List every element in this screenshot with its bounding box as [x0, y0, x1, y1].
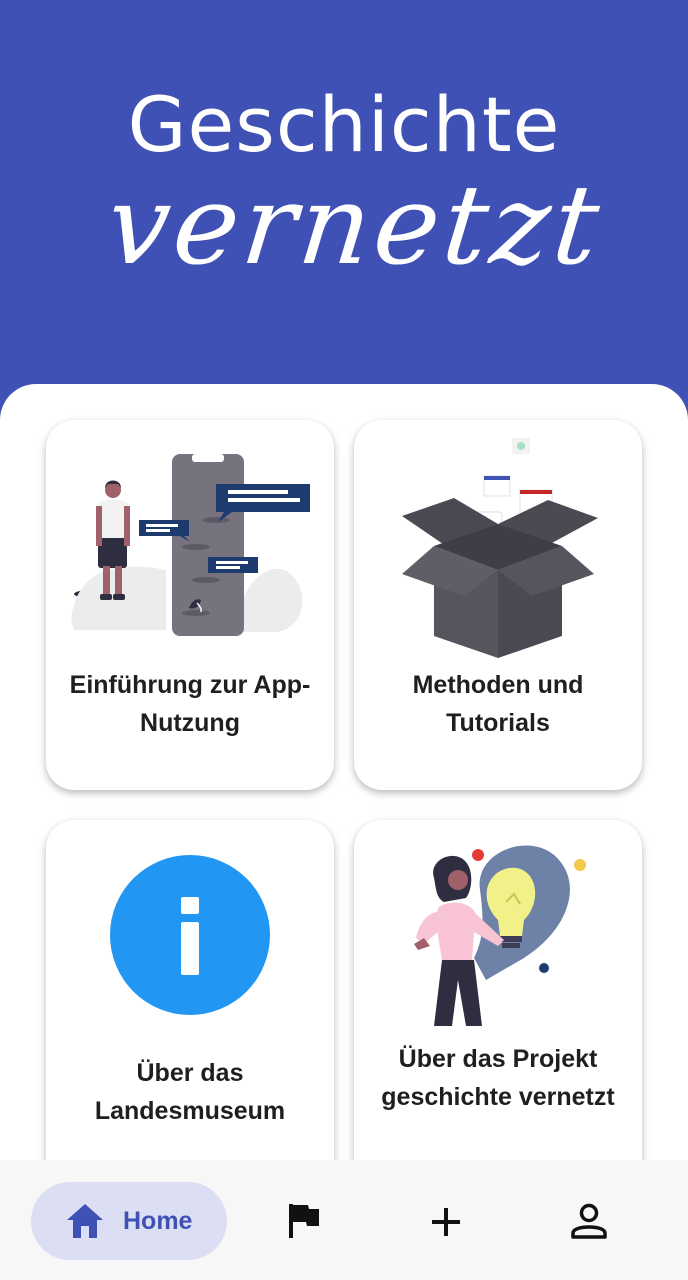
plus-icon[interactable] [430, 1206, 462, 1238]
card-label-methods-tutorials: Methoden und Tutorials [412, 671, 584, 737]
content-sheet: Einführung zur App- Nutzung Methoden und… [0, 384, 688, 1280]
woman-lightbulb-illustration [414, 845, 586, 1026]
card-app-introduction[interactable]: Einführung zur App- Nutzung [46, 420, 334, 790]
logo-title-line1: Geschichte [127, 80, 561, 169]
info-icon [110, 855, 270, 1015]
card-label-about-landesmuseum: Über das Landesmuseum [94, 1059, 286, 1125]
nav-home-button[interactable]: Home [31, 1182, 227, 1260]
open-box-documents-illustration [402, 438, 598, 658]
card-methods-tutorials[interactable]: Methoden und Tutorials [354, 420, 642, 790]
person-icon[interactable] [570, 1202, 608, 1240]
card-about-project[interactable]: Über das Projekt geschichte vernetzt [354, 820, 642, 1190]
person-with-phone-chat-illustration [71, 454, 310, 636]
card-label-app-introduction: Einführung zur App- Nutzung [69, 671, 311, 737]
home-icon [67, 1204, 103, 1238]
card-about-landesmuseum[interactable]: Über das Landesmuseum [46, 820, 334, 1190]
flag-icon[interactable] [286, 1202, 322, 1240]
nav-home-label: Home [123, 1207, 193, 1235]
bottom-navigation: Home [0, 1160, 688, 1280]
card-label-about-project: Über das Projekt geschichte vernetzt [381, 1045, 615, 1111]
app-header: Geschichte vernetzt [0, 0, 688, 400]
logo-title-line2: vernetzt [101, 161, 609, 289]
